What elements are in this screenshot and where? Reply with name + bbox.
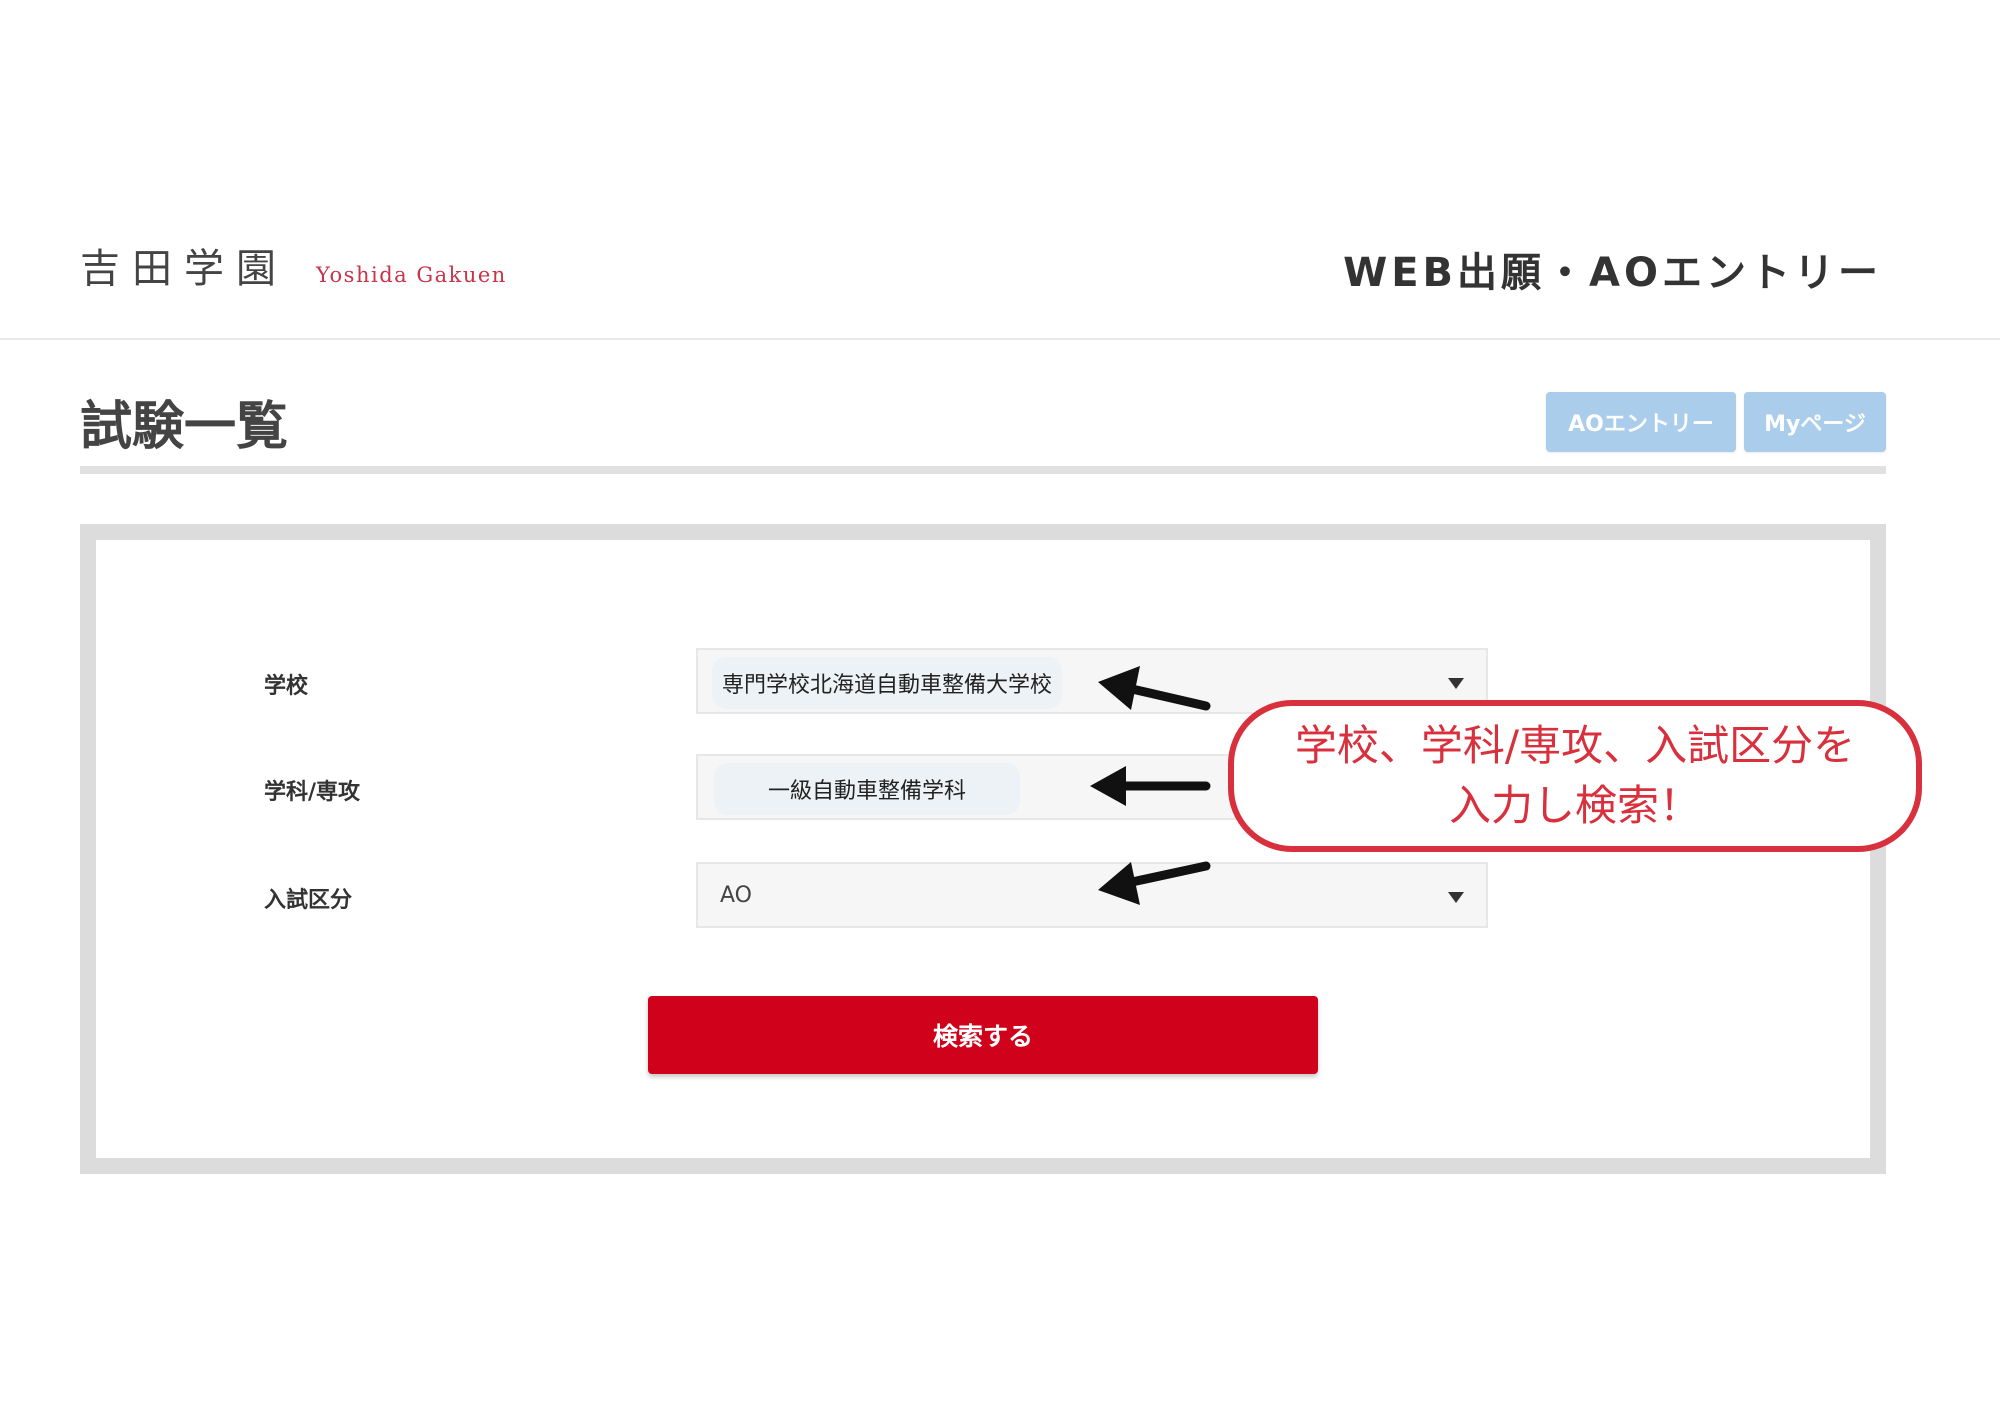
- logo-japanese-text: 吉田学園: [80, 246, 288, 292]
- exam-type-selected-value: AO: [720, 883, 752, 908]
- annotation-line-1: 学校、学科/専攻、入試区分を: [1294, 721, 1856, 770]
- annotation-callout: 学校、学科/専攻、入試区分を 入力し検索！: [1228, 700, 1922, 852]
- site-logo[interactable]: 吉田学園 Yoshida Gakuen: [80, 236, 507, 294]
- school-selected-value: 専門学校北海道自動車整備大学校: [712, 657, 1063, 709]
- chevron-down-icon: [1448, 678, 1464, 689]
- ao-entry-button[interactable]: AOエントリー: [1546, 392, 1736, 452]
- page-title: 試験一覧: [80, 397, 289, 457]
- annotation-line-2: 入力し検索！: [1448, 781, 1701, 830]
- page: 吉田学園 Yoshida Gakuen WEB出願・AOエントリー 試験一覧 A…: [0, 0, 2000, 1414]
- mypage-button[interactable]: Myページ: [1744, 392, 1886, 452]
- school-label: 学校: [264, 674, 309, 699]
- department-label: 学科/専攻: [264, 780, 361, 805]
- exam-type-select[interactable]: AO: [696, 862, 1488, 928]
- title-divider: [80, 466, 1886, 474]
- department-selected-value: 一級自動車整備学科: [714, 763, 1021, 815]
- header-divider: [0, 338, 2000, 340]
- logo-english-text: Yoshida Gakuen: [316, 263, 507, 287]
- site-title: WEB出願・AOエントリー: [1343, 250, 1882, 296]
- exam-type-label: 入試区分: [264, 888, 353, 913]
- chevron-down-icon: [1448, 892, 1464, 903]
- search-button[interactable]: 検索する: [648, 996, 1318, 1074]
